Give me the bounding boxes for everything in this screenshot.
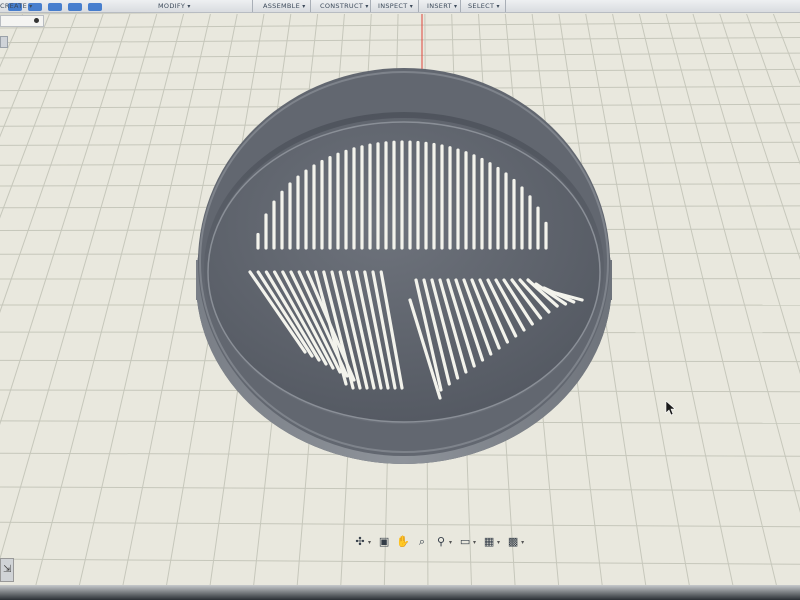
grid-line xyxy=(0,52,800,59)
viewports-icon[interactable]: ▩ xyxy=(505,535,521,549)
browser-collapse-tab[interactable] xyxy=(0,36,8,48)
grid-line xyxy=(0,13,158,561)
zoom-icon[interactable]: ⚲ xyxy=(433,535,449,549)
browser-panel[interactable] xyxy=(0,15,44,27)
grid-line xyxy=(75,13,211,600)
canvas-3d[interactable] xyxy=(0,0,800,600)
grid-line xyxy=(638,13,781,600)
grid-line xyxy=(0,521,800,528)
timeline-panel[interactable]: ⇲ xyxy=(0,558,14,582)
menu-assemble[interactable]: ASSEMBLE xyxy=(263,2,306,10)
modify-icon[interactable] xyxy=(88,3,102,11)
model-body[interactable] xyxy=(196,68,612,464)
navigation-bar: ✣ ▾ ▣ ✋ ⌕ ⚲ ▾ ▭ ▾ ▦ ▾ ▩ ▾ xyxy=(352,534,526,550)
grid-line xyxy=(612,13,737,600)
orbit-icon[interactable]: ✣ xyxy=(352,535,368,549)
grid-line xyxy=(0,558,800,565)
mouse-cursor-icon xyxy=(665,400,676,416)
look-at-icon[interactable]: ▣ xyxy=(376,535,392,549)
grid-line xyxy=(0,36,800,44)
pan-icon[interactable]: ✋ xyxy=(395,535,411,549)
cad-viewport[interactable]: CREATE MODIFY ASSEMBLE CONSTRUCT INSPECT… xyxy=(0,0,800,600)
menu-create[interactable]: CREATE xyxy=(0,2,33,10)
grid-settings-icon[interactable]: ▦ xyxy=(481,535,497,549)
zoom-window-icon[interactable]: ⌕ xyxy=(414,535,430,549)
grid-line xyxy=(692,13,800,375)
grid-line xyxy=(0,13,104,314)
grid-line xyxy=(772,13,800,85)
sketch-icon[interactable] xyxy=(48,3,62,11)
menu-modify[interactable]: MODIFY xyxy=(158,2,191,10)
grid-line xyxy=(0,13,77,219)
browser-pin-icon[interactable] xyxy=(34,18,39,23)
grid-line xyxy=(0,13,50,138)
grid-line xyxy=(0,13,24,68)
menu-select[interactable]: SELECT xyxy=(468,2,500,10)
menu-inspect[interactable]: INSPECT xyxy=(378,2,413,10)
grid-line xyxy=(0,486,800,492)
ribbon-toolbar: CREATE MODIFY ASSEMBLE CONSTRUCT INSPECT… xyxy=(0,0,800,13)
timeline-icon[interactable]: ⇲ xyxy=(3,564,11,575)
grid-line xyxy=(0,13,131,426)
grid-line xyxy=(719,13,800,261)
grid-line xyxy=(746,13,800,165)
grid-line xyxy=(31,13,185,600)
grid-line xyxy=(665,13,800,513)
grid-line xyxy=(0,22,800,29)
monitor-bezel xyxy=(0,585,800,600)
menu-insert[interactable]: INSERT xyxy=(427,2,457,10)
extrude-icon[interactable] xyxy=(68,3,82,11)
display-settings-icon[interactable]: ▭ xyxy=(457,535,473,549)
menu-construct[interactable]: CONSTRUCT xyxy=(320,2,369,10)
